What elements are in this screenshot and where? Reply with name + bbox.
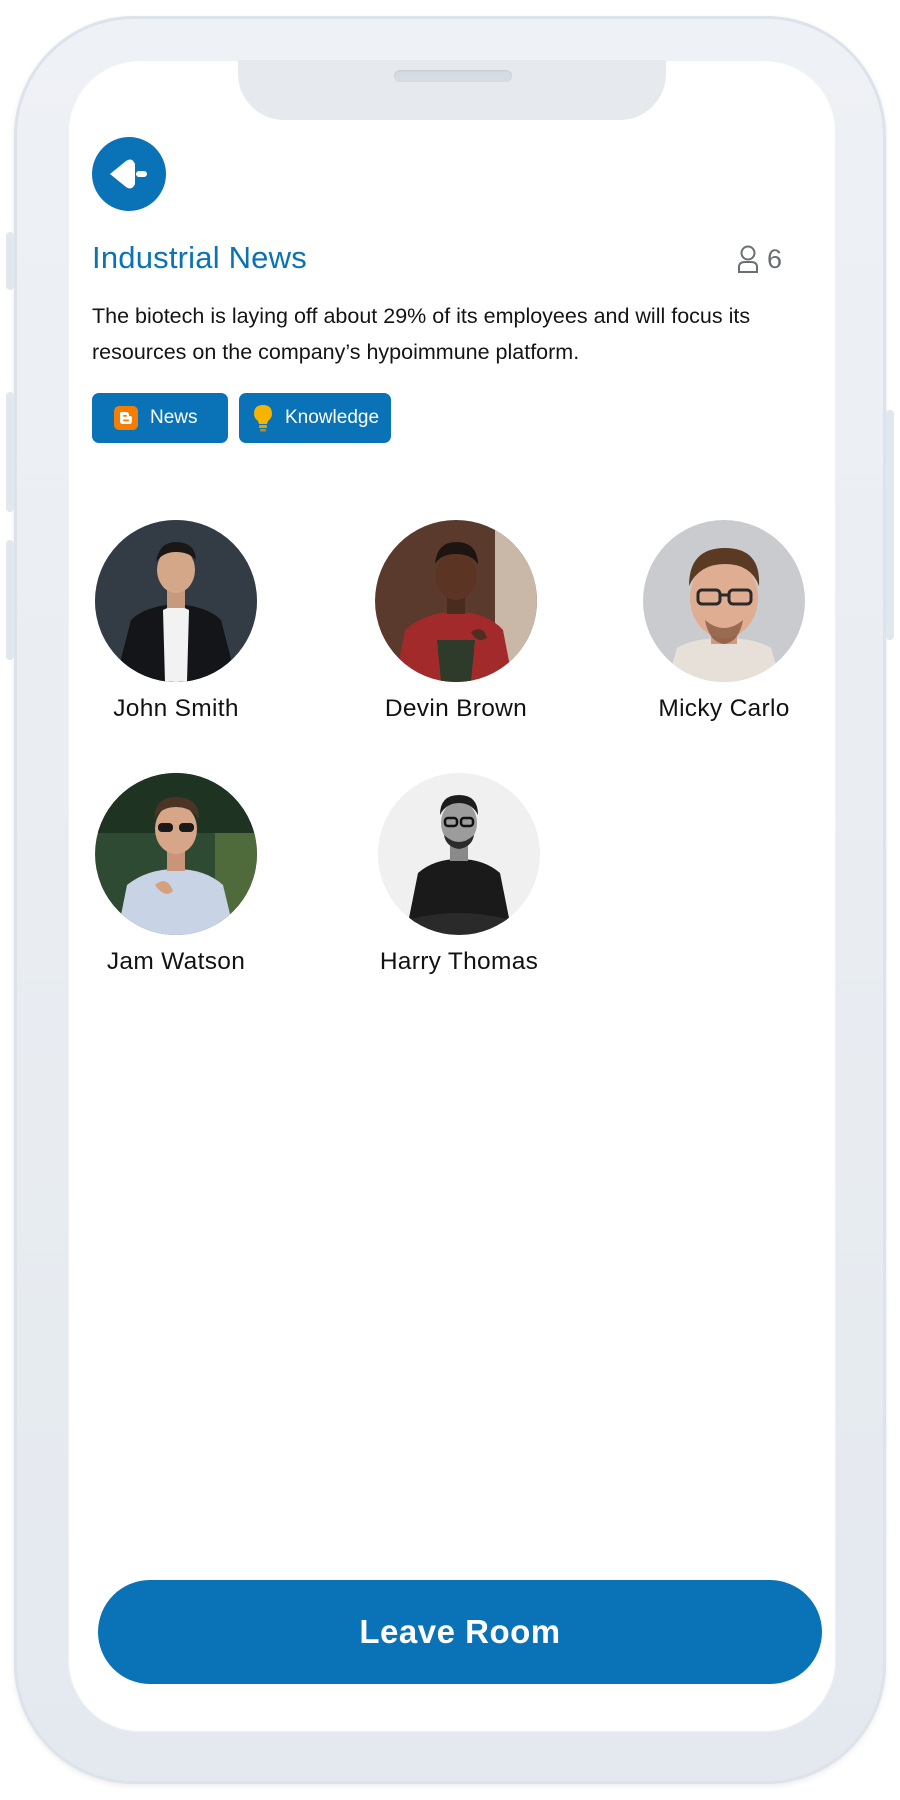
participant-name: Jam Watson [106, 948, 246, 975]
avatar [95, 520, 257, 682]
participant-card[interactable]: Harry Thomas [349, 773, 569, 983]
avatar [643, 520, 805, 682]
phone-screen: Industrial News 6 The biotech is laying … [68, 60, 836, 1732]
participant-card[interactable]: Jam Watson [68, 773, 286, 983]
phone-power-button [886, 410, 894, 640]
participant-card[interactable]: Devin Brown [346, 520, 566, 730]
avatar-photo [643, 520, 805, 682]
avatar [95, 773, 257, 935]
leave-room-button[interactable]: Leave Room [98, 1580, 822, 1684]
participant-name: Micky Carlo [658, 695, 790, 722]
phone-volume-up-button [6, 392, 14, 512]
avatar-photo [378, 773, 540, 935]
avatar [378, 773, 540, 935]
participant-name: John Smith [113, 695, 239, 722]
participant-card[interactable]: John Smith [68, 520, 286, 730]
participant-name: Harry Thomas [379, 948, 539, 975]
avatar [375, 520, 537, 682]
avatar-photo [95, 520, 257, 682]
phone-side-button [6, 232, 14, 290]
phone-volume-down-button [6, 540, 14, 660]
avatar-photo [375, 520, 537, 682]
avatar-photo [95, 773, 257, 935]
participant-card[interactable]: Micky Carlo [614, 520, 834, 730]
participant-grid: John Smith Devin Brown Micky Carlo Jam W… [68, 60, 836, 1060]
participant-name: Devin Brown [384, 695, 528, 722]
